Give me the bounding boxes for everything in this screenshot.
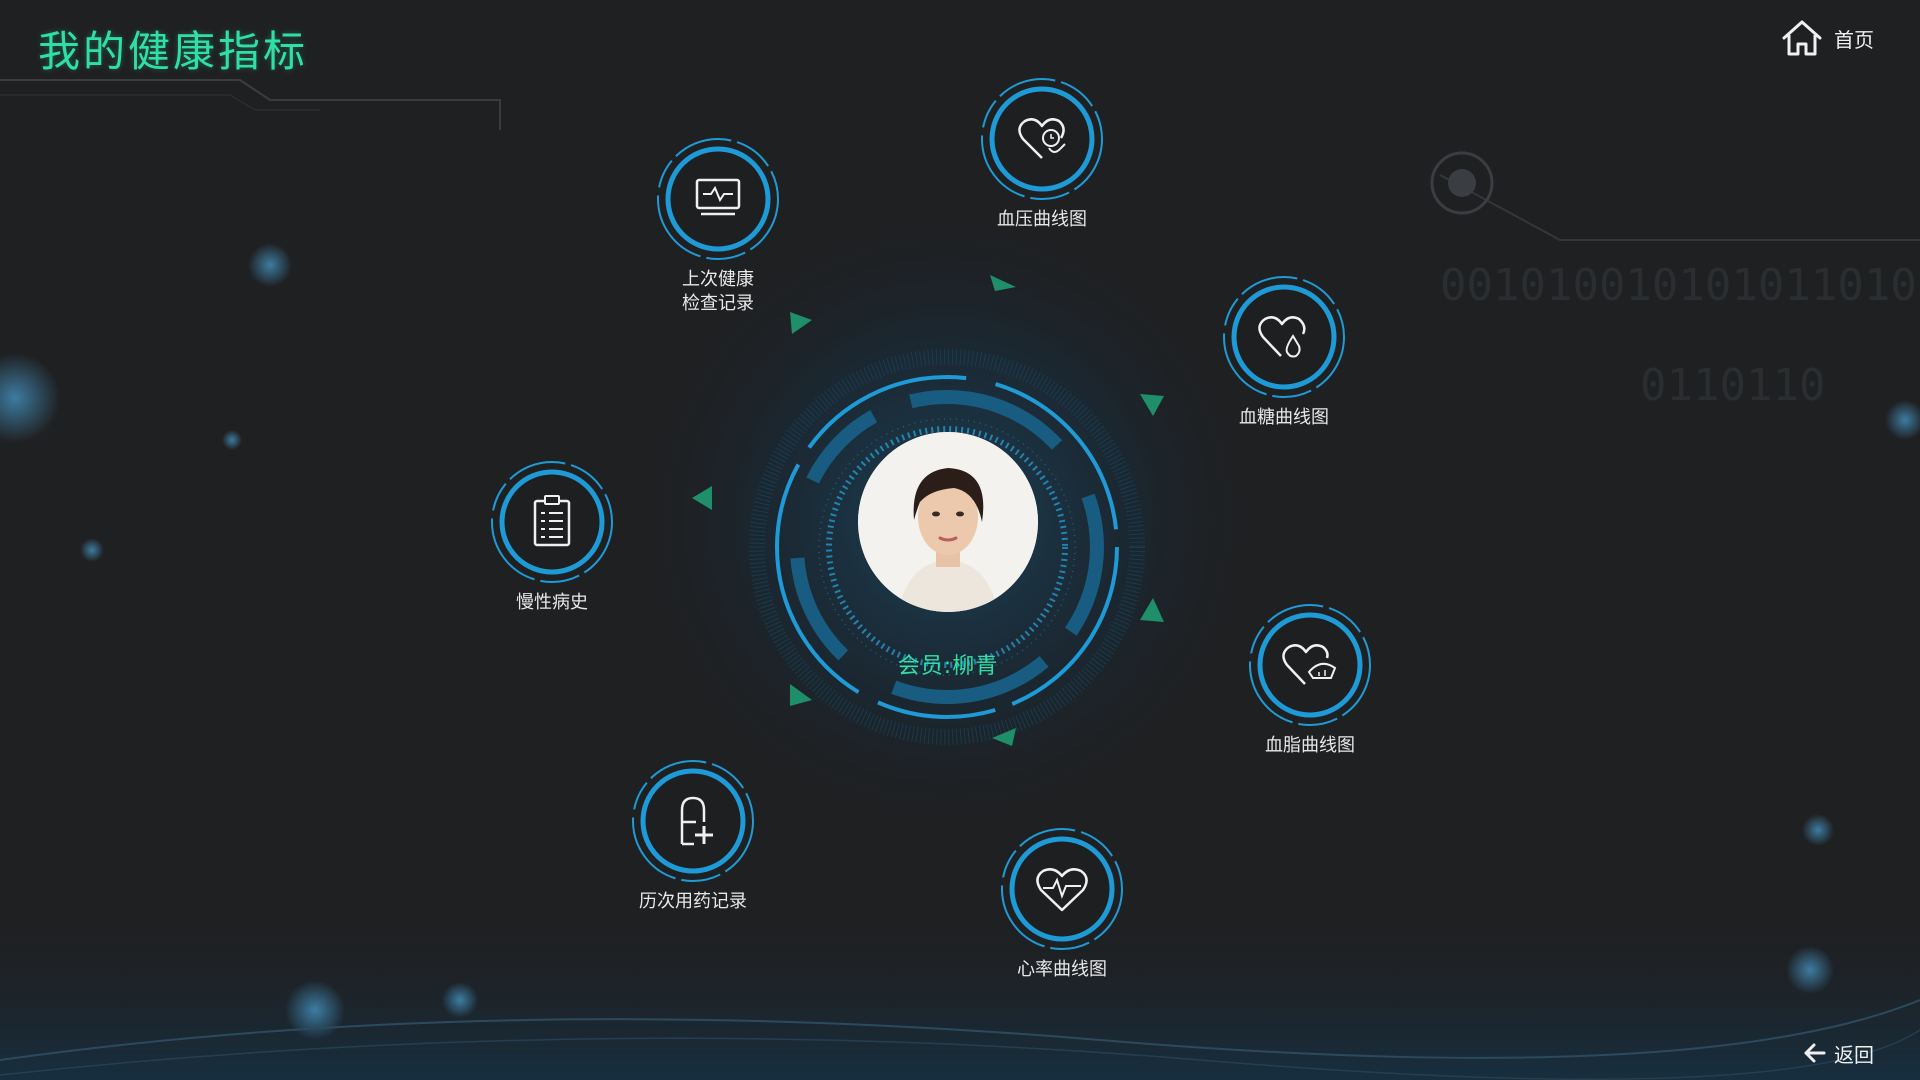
arrow-left-icon bbox=[1804, 1043, 1826, 1063]
back-label: 返回 bbox=[1834, 1042, 1874, 1067]
menu-item-blood-lipid[interactable]: 血脂曲线图 bbox=[1220, 602, 1400, 758]
clipboard-icon bbox=[491, 461, 613, 583]
home-label: 首页 bbox=[1834, 27, 1874, 52]
menu-label-blood-lipid: 血脂曲线图 bbox=[1265, 735, 1355, 756]
menu-label-blood-pressure: 血压曲线图 bbox=[997, 209, 1087, 230]
heart-pressure-icon bbox=[981, 78, 1103, 200]
heart-pulse-icon bbox=[1001, 828, 1123, 950]
back-button[interactable]: 返回 bbox=[1802, 1038, 1874, 1068]
member-name: 会员:柳青 bbox=[897, 654, 999, 679]
svg-text:0110110: 0110110 bbox=[1640, 360, 1825, 411]
member-portrait bbox=[858, 432, 1038, 612]
page-title: 我的健康指标 bbox=[38, 27, 309, 76]
menu-item-medication[interactable]: 历次用药记录 bbox=[603, 758, 783, 914]
menu-item-chronic-history[interactable]: 慢性病史 bbox=[462, 459, 642, 615]
capsule-plus-icon bbox=[632, 760, 754, 882]
monitor-pulse-icon bbox=[657, 138, 779, 260]
home-button[interactable]: 首页 bbox=[1780, 16, 1874, 60]
member-avatar[interactable] bbox=[858, 432, 1038, 612]
menu-label-checkup: 上次健康 检查记录 bbox=[682, 269, 754, 314]
menu-label-heart-rate: 心率曲线图 bbox=[1017, 959, 1107, 980]
svg-text:00101001010101101010: 00101001010101101010 bbox=[1440, 260, 1920, 311]
menu-item-heart-rate[interactable]: 心率曲线图 bbox=[972, 826, 1152, 982]
heart-gauge-icon bbox=[1249, 604, 1371, 726]
menu-item-blood-sugar[interactable]: 血糖曲线图 bbox=[1194, 274, 1374, 430]
home-icon bbox=[1782, 20, 1822, 56]
menu-label-blood-sugar: 血糖曲线图 bbox=[1239, 407, 1329, 428]
menu-label-chronic-history: 慢性病史 bbox=[516, 592, 588, 613]
menu-label-medication: 历次用药记录 bbox=[639, 891, 747, 912]
heart-drop-icon bbox=[1223, 276, 1345, 398]
menu-item-blood-pressure[interactable]: 血压曲线图 bbox=[952, 76, 1132, 232]
menu-item-checkup[interactable]: 上次健康 检查记录 bbox=[628, 136, 808, 316]
